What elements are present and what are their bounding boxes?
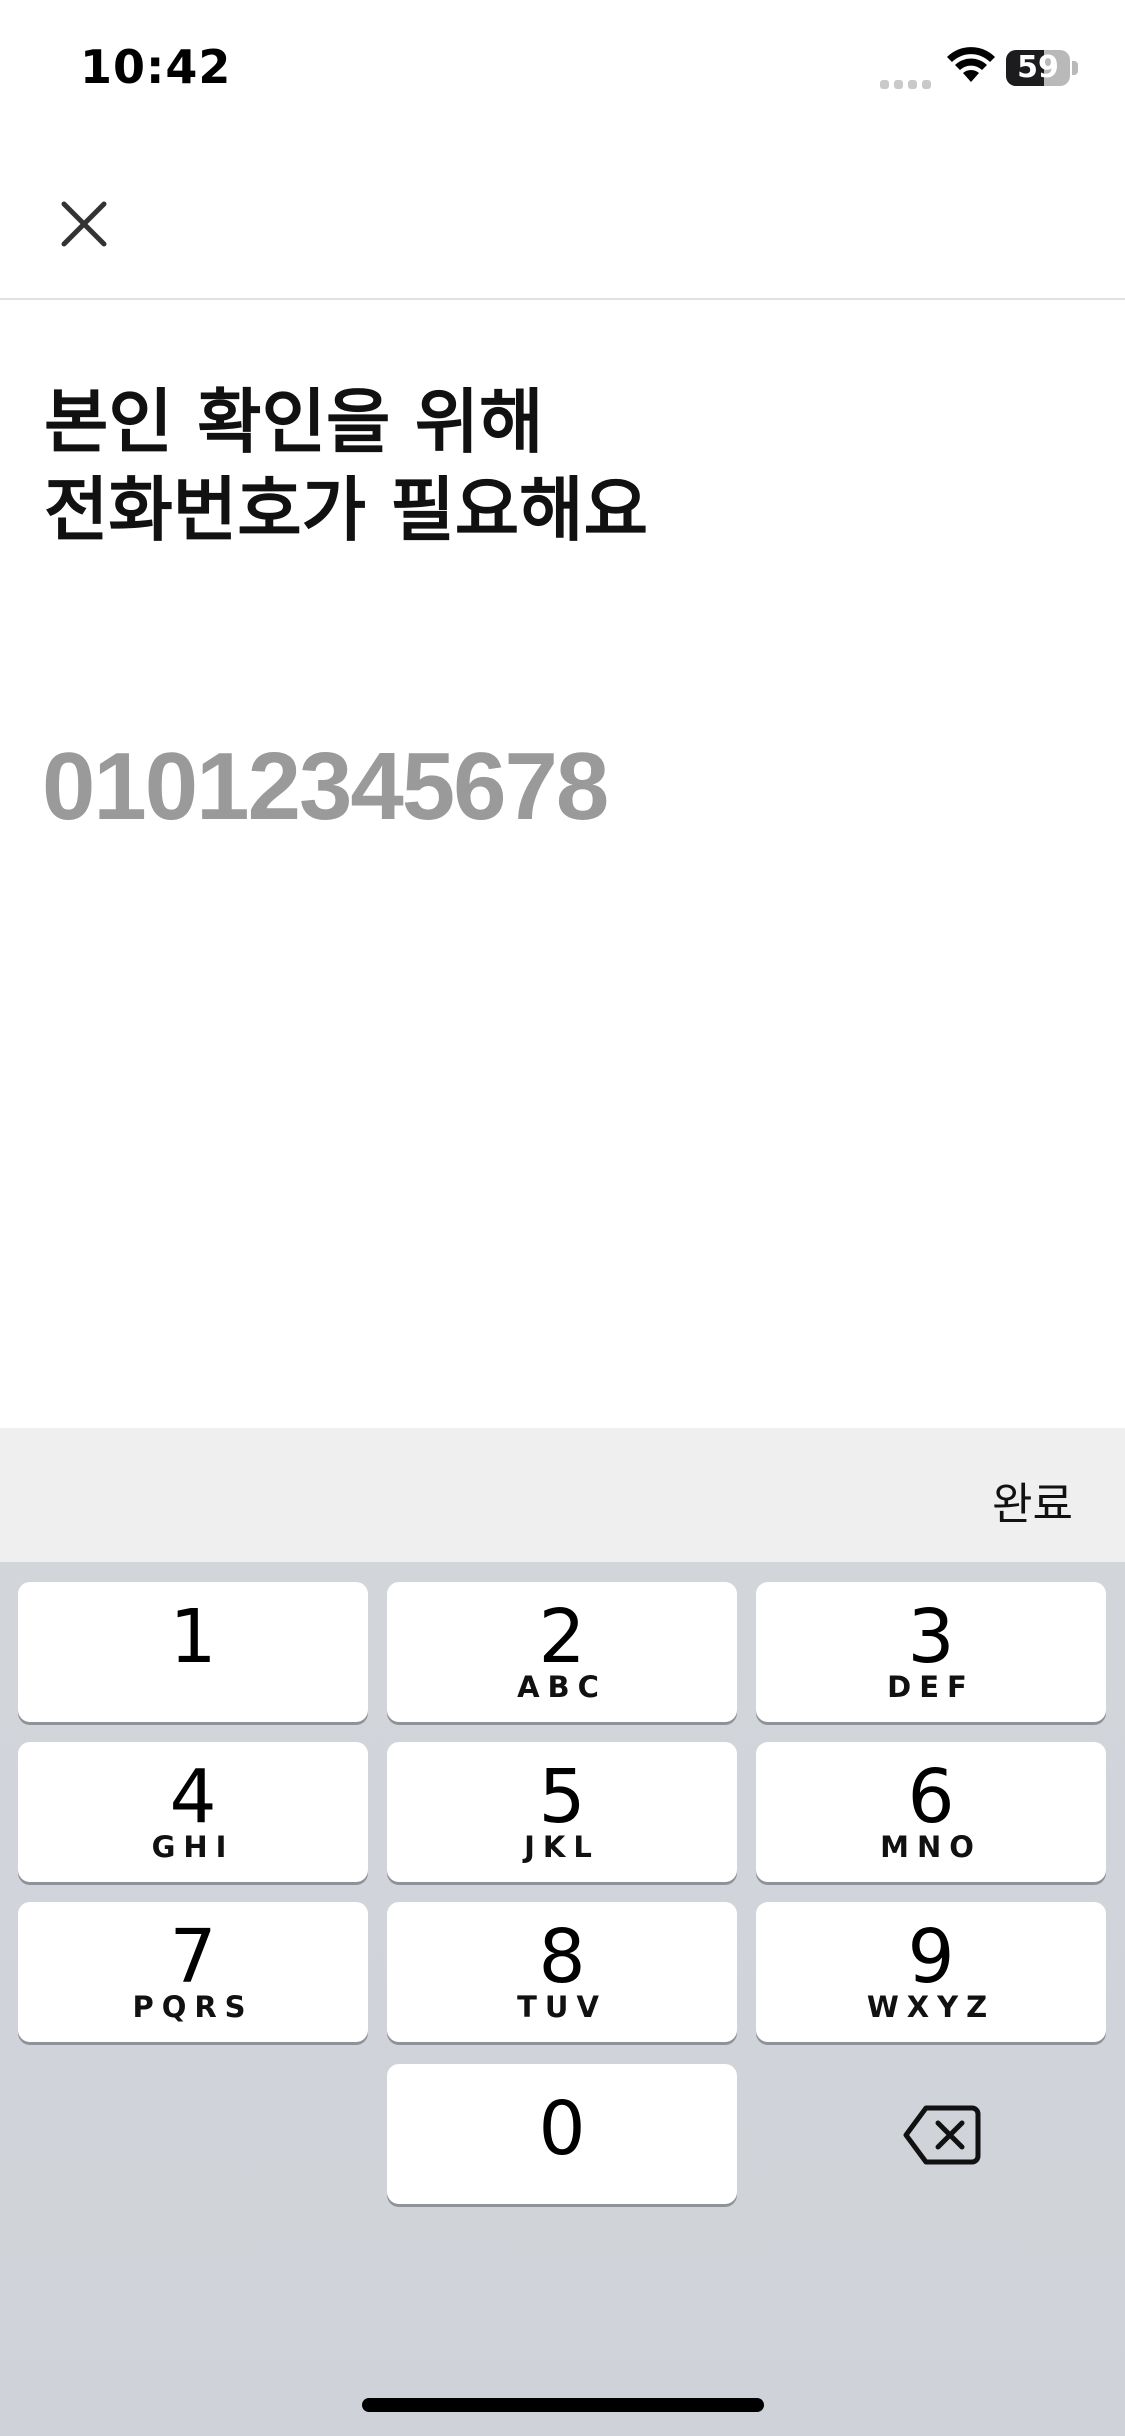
- backspace-button[interactable]: [866, 2064, 1016, 2204]
- title-line-1: 본인 확인을 위해: [44, 381, 544, 463]
- close-button[interactable]: [48, 188, 120, 260]
- key-4[interactable]: 4 GHI: [18, 1742, 368, 1882]
- phone-number-input[interactable]: [42, 722, 1042, 852]
- key-9[interactable]: 9 WXYZ: [756, 1902, 1106, 2042]
- close-icon: [61, 201, 107, 247]
- key-1[interactable]: 1: [18, 1582, 368, 1722]
- key-2[interactable]: 2 ABC: [387, 1582, 737, 1722]
- key-0[interactable]: 0: [387, 2064, 737, 2204]
- key-3[interactable]: 3 DEF: [756, 1582, 1106, 1722]
- battery-icon: 59: [1006, 50, 1078, 86]
- key-6[interactable]: 6 MNO: [756, 1742, 1106, 1882]
- page-title: 본인 확인을 위해 전화번호가 필요해요: [44, 378, 1044, 554]
- key-5[interactable]: 5 JKL: [387, 1742, 737, 1882]
- home-indicator[interactable]: [362, 2398, 764, 2412]
- status-bar: 10:42 59: [0, 0, 1125, 140]
- key-8[interactable]: 8 TUV: [387, 1902, 737, 2042]
- status-time: 10:42: [80, 40, 232, 94]
- done-button[interactable]: 완료: [992, 1468, 1073, 1532]
- title-line-2: 전화번호가 필요해요: [44, 469, 648, 551]
- backspace-icon: [903, 2105, 981, 2165]
- keyboard-accessory-bar: 완료: [0, 1428, 1125, 1562]
- navigation-bar: [0, 140, 1125, 300]
- battery-level: 59: [1017, 50, 1059, 85]
- wifi-icon: [947, 47, 995, 82]
- cellular-signal-icon: [880, 74, 936, 89]
- key-7[interactable]: 7 PQRS: [18, 1902, 368, 2042]
